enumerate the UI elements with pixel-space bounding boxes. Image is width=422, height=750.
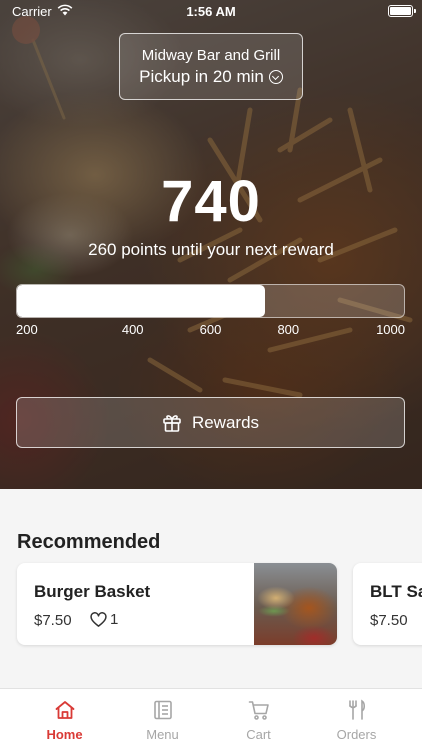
home-icon [55,701,75,719]
rewards-button-label: Rewards [191,412,260,432]
recommended-item-card[interactable]: Burger Basket $7.50 1 [17,563,337,645]
tab-label: Menu [146,727,179,742]
progress-scale: 200 400 600 800 1000 [16,322,405,338]
like-button[interactable]: 1 [90,611,118,628]
item-name: BLT Sa [370,582,422,601]
rewards-progress-bar [16,284,405,318]
progress-tick-label: 200 [16,322,38,337]
progress-tick-label: 600 [199,322,222,337]
home-screen: Carrier 1:56 AM Midway Bar and Grill Pic… [0,0,422,750]
tab-orders[interactable]: Orders [304,689,409,750]
pickup-time: Pickup in 20 min [120,67,302,87]
item-price: $7.50 [370,612,408,629]
item-photo [254,563,337,645]
progress-tick-label: 400 [121,322,144,337]
recommended-item-card[interactable]: BLT Sa $7.50 [353,563,422,645]
location-selector[interactable]: Midway Bar and Grill Pickup in 20 min [119,33,303,100]
tab-menu[interactable]: Menu [110,689,215,750]
menu-icon [154,700,172,720]
rewards-progress-fill [17,285,265,317]
orders-icon [349,699,366,720]
chevron-down-circle-icon [268,70,283,84]
heart-icon [90,611,107,627]
status-bar: Carrier 1:56 AM [0,0,422,22]
item-name: Burger Basket [34,582,151,601]
recommended-heading: Recommended [17,531,161,553]
tab-label: Cart [246,727,271,742]
item-price: $7.50 [34,612,72,629]
tab-cart[interactable]: Cart [206,689,311,750]
points-total: 740 [161,169,261,234]
gift-icon [163,414,181,432]
restaurant-name: Midway Bar and Grill [141,47,281,64]
points-remaining-message: 260 points until your next reward [88,240,334,259]
tab-home[interactable]: Home [12,689,117,750]
like-count: 1 [110,611,119,628]
tab-bar: Home Menu Cart Orders [0,688,422,750]
rewards-button[interactable]: Rewards [16,397,405,448]
pickup-time-label: Pickup in 20 min [139,67,264,86]
cart-icon [248,701,269,720]
tab-label: Orders [336,727,377,742]
progress-tick-label: 800 [277,322,300,337]
battery-icon [388,5,416,17]
progress-tick-label: 1000 [376,322,405,337]
tab-label: Home [46,727,83,742]
clock: 1:56 AM [186,4,236,19]
